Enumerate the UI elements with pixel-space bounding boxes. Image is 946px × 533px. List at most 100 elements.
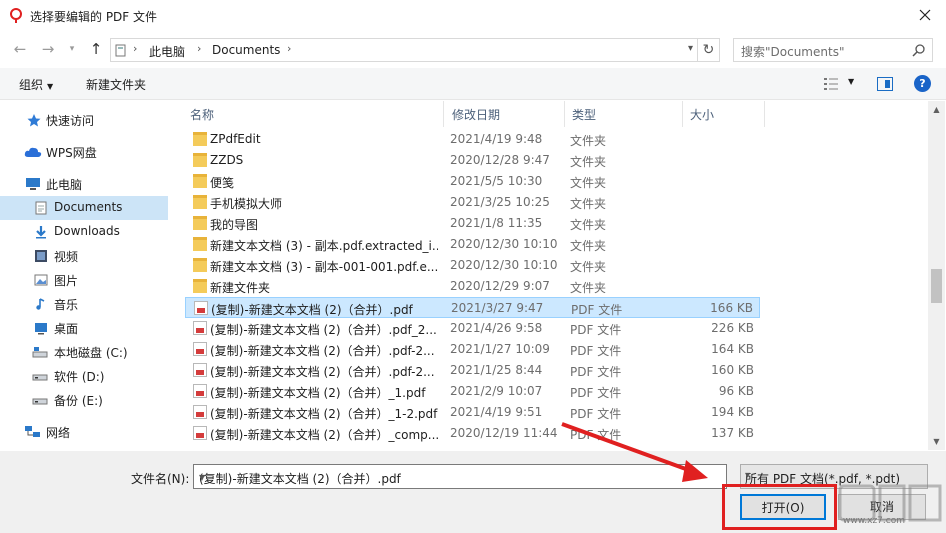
file-row-folder[interactable]: 新建文件夹 2020/12/29 9:07 文件夹 <box>185 276 760 297</box>
pdf-file-icon <box>193 384 207 398</box>
file-row-folder[interactable]: 手机模拟大师 2021/3/25 10:25 文件夹 <box>185 192 760 213</box>
file-size: 194 KB <box>711 405 754 419</box>
nav-item-drive-c[interactable]: 本地磁盘 (C:) <box>0 340 168 364</box>
nav-item-music[interactable]: 音乐 <box>0 292 168 316</box>
star-icon <box>27 114 41 127</box>
file-row-pdf[interactable]: (复制)-新建文本文档 (2)（合并）.pdf 2021/3/27 9:47 PDF… <box>185 297 760 318</box>
folder-icon <box>193 237 207 251</box>
close-icon[interactable] <box>916 6 934 24</box>
forward-arrow-icon[interactable]: → <box>38 40 58 58</box>
view-options-icon[interactable] <box>823 77 839 91</box>
new-folder-button[interactable]: 新建文件夹 <box>86 76 146 93</box>
scroll-up-icon[interactable]: ▲ <box>928 101 945 118</box>
recent-locations-chevron-icon[interactable]: ▾ <box>62 40 82 58</box>
nav-item-this-pc[interactable]: 此电脑 <box>0 172 168 196</box>
up-arrow-icon[interactable]: ↑ <box>86 40 106 58</box>
cloud-icon <box>24 147 42 157</box>
file-name: (复制)-新建文本文档 (2)（合并）.pdf-2... <box>210 365 435 379</box>
window-title: 选择要编辑的 PDF 文件 <box>30 10 158 24</box>
video-icon <box>35 250 47 262</box>
preview-pane-icon[interactable] <box>877 77 893 91</box>
chevron-down-icon[interactable]: ▾ <box>688 43 693 54</box>
file-date: 2021/3/27 9:47 <box>451 301 544 315</box>
folder-icon <box>193 216 207 230</box>
file-row-pdf[interactable]: (复制)-新建文本文档 (2)（合并）_1.pdf 2021/2/9 10:07 P… <box>185 381 760 402</box>
file-type: PDF 文件 <box>570 407 622 421</box>
file-row-folder[interactable]: ZZDS 2020/12/28 9:47 文件夹 <box>185 150 760 171</box>
breadcrumb-this-pc[interactable]: 此电脑 <box>149 43 185 60</box>
file-row-folder[interactable]: 新建文本文档 (3) - 副本-001-001.pdf.e... 2020/12/… <box>185 255 760 276</box>
folder-icon <box>193 195 207 209</box>
column-header-date[interactable]: 修改日期 <box>444 101 564 127</box>
file-date: 2021/4/19 9:51 <box>450 405 543 419</box>
file-size: 160 KB <box>711 363 754 377</box>
file-row-pdf[interactable]: (复制)-新建文本文档 (2)（合并）_comp... 2020/12/19 11… <box>185 423 760 444</box>
scroll-down-icon[interactable]: ▼ <box>928 433 945 450</box>
nav-label: 快速访问 <box>46 114 95 128</box>
nav-label: 图片 <box>54 274 79 288</box>
column-header-type[interactable]: 类型 <box>564 101 682 127</box>
column-header-name[interactable]: 名称 <box>182 101 444 127</box>
pdf-file-icon <box>193 321 207 335</box>
pdf-app-icon <box>10 8 22 23</box>
nav-label: WPS网盘 <box>46 146 97 160</box>
file-row-folder[interactable]: 便笺 2021/5/5 10:30 文件夹 <box>185 171 760 192</box>
address-bar[interactable]: › 此电脑 › Documents › ▾ <box>110 38 698 62</box>
breadcrumb-documents[interactable]: Documents <box>212 43 280 57</box>
nav-item-wps-cloud[interactable]: WPS网盘 <box>0 140 168 164</box>
file-row-folder[interactable]: ZPdfEdit 2021/4/19 9:48 文件夹 <box>185 129 760 150</box>
nav-item-drive-d[interactable]: 软件 (D:) <box>0 364 168 388</box>
vertical-scrollbar[interactable]: ▲ ▼ <box>928 101 945 450</box>
nav-item-videos[interactable]: 视频 <box>0 244 168 268</box>
breadcrumb-separator: › <box>133 42 138 55</box>
file-row-pdf[interactable]: (复制)-新建文本文档 (2)（合并）.pdf-2... 2021/1/27 10… <box>185 339 760 360</box>
scrollbar-thumb[interactable] <box>931 269 942 303</box>
picture-icon <box>34 274 48 286</box>
chevron-down-icon[interactable]: ▼ <box>848 77 854 86</box>
file-name: (复制)-新建文本文档 (2)（合并）.pdf_2... <box>210 323 437 337</box>
column-header-size[interactable]: 大小 <box>682 101 764 127</box>
nav-item-documents[interactable]: Documents <box>0 196 168 220</box>
file-row-pdf[interactable]: (复制)-新建文本文档 (2)（合并）.pdf_2... 2021/4/26 9:… <box>185 318 760 339</box>
file-size: 96 KB <box>718 384 754 398</box>
file-row-folder[interactable]: 新建文本文档 (3) - 副本.pdf.extracted_i... 2020/1… <box>185 234 760 255</box>
nav-item-pictures[interactable]: 图片 <box>0 268 168 292</box>
file-list: xuanfeng2020/12/31 11:12文件夹ZPdfEdit2021/… <box>176 101 928 450</box>
file-type: 文件夹 <box>570 176 607 190</box>
file-row-pdf[interactable]: (复制)-新建文本文档 (2)（合并）_1-2.pdf 2021/4/19 9:5… <box>185 402 760 423</box>
chevron-down-icon[interactable]: ▾ <box>199 470 722 484</box>
file-date: 2021/3/25 10:25 <box>450 195 550 209</box>
nav-label: 视频 <box>54 250 79 264</box>
search-icon[interactable] <box>912 43 926 57</box>
search-input[interactable]: 搜索"Documents" <box>733 38 933 62</box>
refresh-icon[interactable]: ↻ <box>698 38 720 62</box>
file-name: 新建文件夹 <box>210 281 271 295</box>
file-date: 2021/1/8 11:35 <box>450 216 543 230</box>
nav-item-quick-access[interactable]: 快速访问 <box>0 108 168 132</box>
nav-item-desktop[interactable]: 桌面 <box>0 316 168 340</box>
chevron-down-icon: ▼ <box>47 82 54 91</box>
file-row-pdf[interactable]: (复制)-新建文本文档 (2)（合并）.pdf-2... 2021/1/25 8:… <box>185 360 760 381</box>
back-arrow-icon[interactable]: ← <box>10 40 30 58</box>
nav-item-downloads[interactable]: Downloads <box>0 220 168 244</box>
file-name: 便笺 <box>210 176 235 190</box>
file-date: 2020/12/30 10:10 <box>450 237 558 251</box>
filename-label: 文件名(N): <box>131 472 190 486</box>
nav-label: 桌面 <box>54 322 79 336</box>
organize-button[interactable]: 组织 ▼ <box>19 76 53 93</box>
computer-icon <box>115 44 126 57</box>
nav-item-network[interactable]: 网络 <box>0 420 168 444</box>
drive-icon <box>32 398 48 405</box>
column-header-row: ^ 名称 修改日期 类型 大小 <box>176 101 928 127</box>
pdf-file-icon <box>193 363 207 377</box>
filename-input[interactable]: (复制)-新建文本文档 (2)（合并）.pdf ▾ <box>193 464 727 489</box>
file-row-folder[interactable]: 我的导图 2021/1/8 11:35 文件夹 <box>185 213 760 234</box>
network-icon <box>25 426 40 437</box>
column-divider[interactable] <box>764 101 765 127</box>
folder-icon <box>193 258 207 272</box>
file-type: PDF 文件 <box>570 365 622 379</box>
help-icon[interactable]: ? <box>914 75 931 92</box>
nav-label: Documents <box>54 200 123 214</box>
nav-label: 备份 (E:) <box>54 394 103 408</box>
nav-item-drive-e[interactable]: 备份 (E:) <box>0 388 168 412</box>
